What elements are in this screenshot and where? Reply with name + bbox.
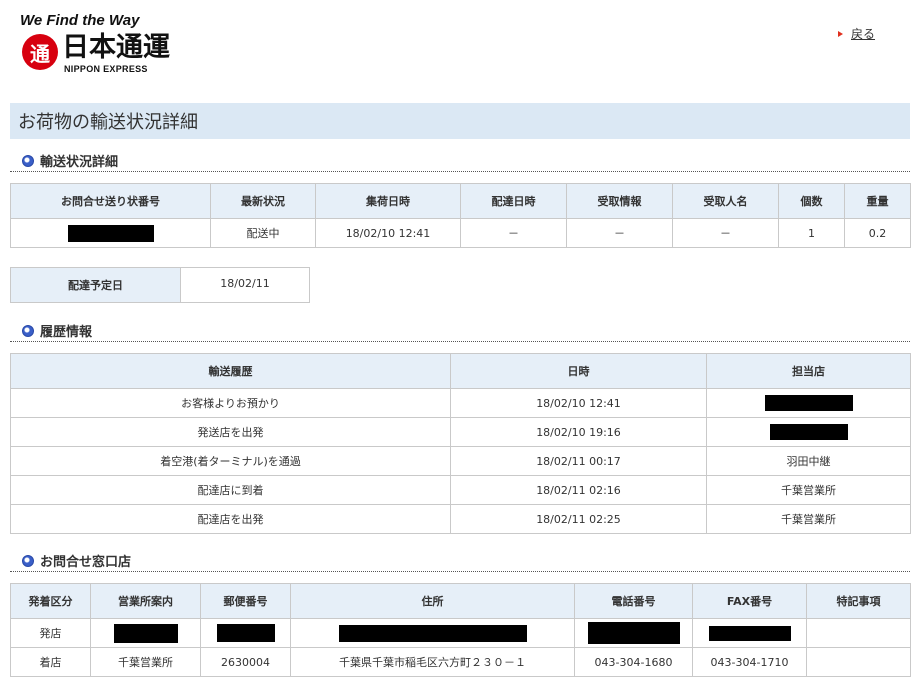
- table-row: 発送店を出発 18/02/10 19:16: [10, 417, 911, 447]
- contact-notes-cell: [806, 618, 911, 648]
- history-datetime-cell: 18/02/11 02:16: [450, 475, 707, 505]
- history-event-cell: 着空港(着ターミナル)を通過: [10, 446, 451, 476]
- status-table: お問合せ送り状番号 最新状況 集荷日時 配達日時 受取情報 受取人名 個数 重量…: [10, 183, 911, 248]
- table-row: お客様よりお預かり 18/02/10 12:41: [10, 388, 911, 418]
- header-cell: 営業所案内: [90, 583, 201, 619]
- table-header-row: 発着区分 営業所案内 郵便番号 住所 電話番号 FAX番号 特記事項: [10, 583, 911, 619]
- contact-type-cell: 着店: [10, 647, 91, 677]
- header-cell: 郵便番号: [200, 583, 291, 619]
- planned-delivery-box: 配達予定日 18/02/11: [10, 267, 310, 303]
- bullet-circle-icon: [22, 324, 34, 337]
- delivered-cell: －: [460, 218, 567, 248]
- contact-address-cell: [290, 618, 575, 648]
- history-event-cell: お客様よりお預かり: [10, 388, 451, 418]
- table-header-row: 輸送履歴 日時 担当店: [10, 353, 911, 389]
- header-cell: 配達日時: [460, 183, 567, 219]
- logo-company-name: 日本通運: [62, 32, 170, 63]
- recipient-cell: －: [672, 218, 779, 248]
- table-row: 配達店に到着 18/02/11 02:16 千葉営業所: [10, 475, 911, 505]
- header-cell: 担当店: [706, 353, 911, 389]
- header-cell: 集荷日時: [315, 183, 461, 219]
- back-link-label[interactable]: 戻る: [851, 25, 875, 42]
- company-logo: We Find the Way 通 日本通運 NIPPON EXPRESS: [20, 12, 190, 74]
- history-section-header: 履歴情報: [10, 320, 910, 342]
- header-cell: 受取情報: [566, 183, 673, 219]
- bullet-circle-icon: [22, 554, 34, 567]
- contact-postal-cell: 2630004: [200, 647, 291, 677]
- count-cell: 1: [778, 218, 845, 248]
- history-event-cell: 配達店を出発: [10, 504, 451, 534]
- tracking-number-cell: [10, 218, 211, 248]
- header-cell: 重量: [844, 183, 911, 219]
- arrow-right-icon: [838, 30, 843, 37]
- contact-fax-cell: 043-304-1710: [692, 647, 807, 677]
- planned-delivery-value: 18/02/11: [220, 277, 270, 290]
- history-datetime-cell: 18/02/11 02:25: [450, 504, 707, 534]
- contact-section-title: お問合せ窓口店: [40, 555, 132, 570]
- redacted-block: [708, 625, 791, 641]
- receipt-cell: －: [566, 218, 673, 248]
- history-office-cell: 千葉営業所: [706, 504, 911, 534]
- history-event-cell: 配達店に到着: [10, 475, 451, 505]
- redacted-block: [587, 622, 680, 644]
- table-row: 着空港(着ターミナル)を通過 18/02/11 00:17 羽田中継: [10, 446, 911, 476]
- history-office-cell: [706, 417, 911, 447]
- back-link[interactable]: 戻る: [838, 25, 875, 42]
- redacted-block: [216, 624, 275, 642]
- redacted-block: [67, 224, 154, 242]
- header-cell: お問合せ送り状番号: [10, 183, 211, 219]
- contact-office-cell: 千葉営業所: [90, 647, 201, 677]
- contact-notes-cell: [806, 647, 911, 677]
- redacted-block: [113, 623, 178, 643]
- contact-postal-cell: [200, 618, 291, 648]
- history-office-cell: 羽田中継: [706, 446, 911, 476]
- history-datetime-cell: 18/02/10 19:16: [450, 417, 707, 447]
- redacted-block: [769, 424, 848, 440]
- status-cell: 配送中: [210, 218, 316, 248]
- logo-company-name-en: NIPPON EXPRESS: [64, 64, 148, 74]
- header-cell: 個数: [778, 183, 845, 219]
- header-cell: 最新状況: [210, 183, 316, 219]
- redacted-block: [764, 395, 853, 411]
- history-datetime-cell: 18/02/10 12:41: [450, 388, 707, 418]
- logo-mark-icon: 通: [22, 34, 58, 70]
- header-cell: 住所: [290, 583, 575, 619]
- table-row: 配達店を出発 18/02/11 02:25 千葉営業所: [10, 504, 911, 534]
- table-row: 配送中 18/02/10 12:41 － － － 1 0.2: [10, 218, 911, 248]
- header-cell: FAX番号: [692, 583, 807, 619]
- header-cell: 特記事項: [806, 583, 911, 619]
- table-header-row: お問合せ送り状番号 最新状況 集荷日時 配達日時 受取情報 受取人名 個数 重量: [10, 183, 911, 219]
- contact-office-cell: [90, 618, 201, 648]
- header-cell: 受取人名: [672, 183, 779, 219]
- page-title-bar: お荷物の輸送状況詳細: [10, 103, 910, 139]
- history-event-cell: 発送店を出発: [10, 417, 451, 447]
- header-cell: 発着区分: [10, 583, 91, 619]
- table-row: 着店 千葉営業所 2630004 千葉県千葉市稲毛区六方町２３０－１ 043-3…: [10, 647, 911, 677]
- status-section-title: 輸送状況詳細: [40, 155, 119, 170]
- page-title: お荷物の輸送状況詳細: [18, 112, 198, 133]
- contact-type-cell: 発店: [10, 618, 91, 648]
- weight-cell: 0.2: [844, 218, 911, 248]
- history-section-title: 履歴情報: [40, 325, 93, 340]
- header-cell: 日時: [450, 353, 707, 389]
- planned-delivery-label: 配達予定日: [11, 268, 181, 302]
- bullet-circle-icon: [22, 154, 34, 167]
- contact-table: 発着区分 営業所案内 郵便番号 住所 電話番号 FAX番号 特記事項 発店 着店…: [10, 583, 911, 677]
- contact-tel-cell: [574, 618, 693, 648]
- contact-fax-cell: [692, 618, 807, 648]
- header-cell: 電話番号: [574, 583, 693, 619]
- history-office-cell: [706, 388, 911, 418]
- history-table: 輸送履歴 日時 担当店 お客様よりお預かり 18/02/10 12:41 発送店…: [10, 353, 911, 534]
- status-section-header: 輸送状況詳細: [10, 150, 910, 172]
- redacted-block: [338, 624, 527, 642]
- pickup-cell: 18/02/10 12:41: [315, 218, 461, 248]
- table-row: 発店: [10, 618, 911, 648]
- contact-address-cell: 千葉県千葉市稲毛区六方町２３０－１: [290, 647, 575, 677]
- history-office-cell: 千葉営業所: [706, 475, 911, 505]
- contact-section-header: お問合せ窓口店: [10, 550, 910, 572]
- header-cell: 輸送履歴: [10, 353, 451, 389]
- logo-slogan: We Find the Way: [20, 12, 140, 29]
- contact-tel-cell: 043-304-1680: [574, 647, 693, 677]
- history-datetime-cell: 18/02/11 00:17: [450, 446, 707, 476]
